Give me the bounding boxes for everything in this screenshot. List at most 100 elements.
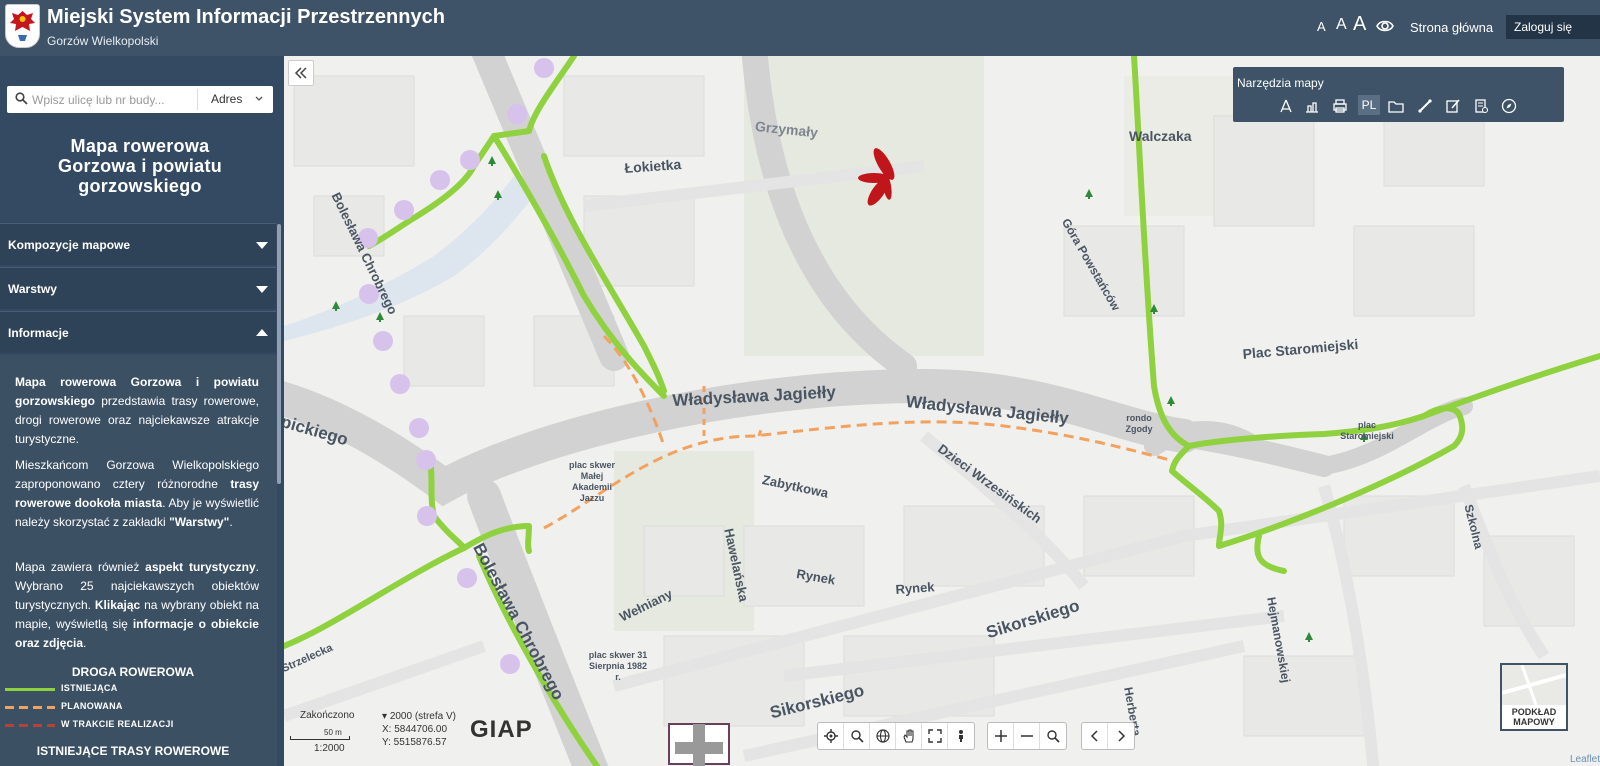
info-paragraph-2: Mieszkańcom Gorzowa Wielkopolskiego zapr… (15, 456, 259, 532)
sidebar: Adres Mapa rowerowa Gorzowa i powiatu go… (0, 56, 284, 766)
place-label: plac Staromiejski (1340, 420, 1394, 441)
accordion-label: Warstwy (8, 282, 57, 296)
legend-line-solid (5, 688, 55, 691)
font-size-medium-button[interactable]: A (1336, 16, 1347, 34)
street-label: Walczaka (1129, 128, 1192, 144)
caret-up-icon (256, 329, 268, 336)
info-panel: Mapa rowerowa Gorzowa i powiatu gorzowsk… (0, 355, 277, 766)
scale-widget: Zakończono 50 m 1:2000 (288, 710, 388, 766)
coords-readout: ▾ 2000 (strefa V) X: 5844706.00 Y: 55158… (382, 710, 456, 749)
info-text: Mieszkańcom Gorzowa Wielkopolskiego zapr… (15, 458, 259, 491)
double-chevron-left-icon (294, 67, 307, 79)
info-bold: "Warstwy" (169, 515, 230, 529)
legend-label: ISTNIEJĄCA (61, 683, 118, 693)
globe-icon[interactable] (870, 723, 896, 749)
language-toggle[interactable]: PL (1358, 95, 1380, 115)
caret-down-icon (256, 242, 268, 249)
measure-icon[interactable] (1276, 96, 1296, 116)
zoom-in-icon[interactable] (988, 723, 1014, 749)
search-icon[interactable] (1040, 723, 1066, 749)
collapse-sidebar-button[interactable] (288, 60, 314, 86)
app-title: Miejski System Informacji Przestrzennych (47, 6, 445, 28)
map-title: Mapa rowerowa Gorzowa i powiatu gorzowsk… (10, 136, 270, 196)
legend-row-planned: PLANOWANA (5, 700, 245, 714)
accordion-informacje[interactable]: Informacje (0, 311, 276, 353)
map-tools-panel: Narzędzia mapy PL (1233, 67, 1564, 122)
legend-label: PLANOWANA (61, 701, 123, 711)
font-size-large-button[interactable]: A (1353, 13, 1366, 36)
legend-row-in-progress: W TRAKCIE REALIZACJI (5, 718, 245, 732)
info-text: . (229, 515, 233, 529)
zoom-out-icon[interactable] (1014, 723, 1040, 749)
sidebar-scrollbar[interactable] (277, 224, 281, 484)
document-icon[interactable] (1471, 96, 1491, 116)
coords-x: X: 5844706.00 (382, 724, 448, 735)
compass-icon[interactable] (1499, 96, 1519, 116)
app-subtitle: Gorzów Wielkopolski (47, 34, 159, 48)
info-text: . (83, 636, 87, 650)
caret-down-icon (256, 286, 268, 293)
eye-icon[interactable] (1376, 17, 1394, 35)
locate-icon[interactable] (818, 723, 844, 749)
map-canvas[interactable]: Władysława Jagiełły Władysława Jagiełły … (284, 56, 1600, 766)
info-paragraph-3: Mapa zawiera również aspekt turystyczny.… (15, 558, 259, 653)
scale-status: Zakończono (300, 710, 355, 721)
basemap-label: PODKŁAD MAPOWY (1502, 707, 1566, 727)
scale-bar (290, 736, 350, 740)
accordion-warstwy[interactable]: Warstwy (0, 267, 276, 309)
search-divider (197, 89, 198, 110)
legend-title: DROGA ROWEROWA (71, 665, 195, 679)
draw-line-icon[interactable] (1415, 96, 1435, 116)
print-icon[interactable] (1330, 96, 1350, 116)
chevron-right-icon[interactable] (1108, 723, 1134, 749)
city-crest-logo[interactable] (5, 4, 40, 48)
place-label: plac skwer 31 Sierpnia 1982 r. (588, 650, 648, 682)
chevron-down-icon[interactable] (254, 94, 264, 104)
street-label: Rynek (895, 579, 935, 597)
coords-system-select[interactable]: ▾ 2000 (strefa V) (382, 710, 456, 723)
basemap-label-line: PODKŁAD (1511, 707, 1557, 717)
accordion-label: Informacje (8, 326, 69, 340)
accordion-kompozycje[interactable]: Kompozycje mapowe (0, 223, 276, 265)
pan-hand-icon[interactable] (896, 723, 922, 749)
search-icon (15, 92, 28, 105)
zoom-area-icon[interactable] (844, 723, 870, 749)
search-input[interactable] (32, 90, 192, 109)
buildings-icon[interactable] (1302, 96, 1322, 116)
login-button[interactable]: Zaloguj się (1506, 15, 1600, 39)
info-text: Mapa zawiera również (15, 560, 146, 574)
edit-icon[interactable] (1443, 96, 1463, 116)
map-title-line: Gorzowa i powiatu (57, 156, 223, 176)
basemap-label-line: MAPOWY (1513, 717, 1555, 727)
map-title-line: Mapa rowerowa (70, 136, 210, 156)
legend-title: ISTNIEJĄCE TRASY ROWEROWE (36, 744, 230, 758)
search-box: Adres (7, 86, 273, 113)
history-controls (1081, 722, 1135, 750)
info-bold: Klikając (94, 598, 141, 612)
legend-line-dashed (5, 706, 55, 709)
coords-y: Y: 5515876.57 (382, 737, 447, 748)
home-link[interactable]: Strona główna (1410, 20, 1493, 35)
place-label: rondo Zgody (1125, 413, 1153, 434)
header-bar: Miejski System Informacji Przestrzennych… (0, 0, 1600, 56)
scale-ratio: 1:2000 (314, 743, 345, 754)
basemap-thumbnail (1501, 664, 1567, 706)
person-icon[interactable] (948, 723, 974, 749)
legend-label: W TRAKCIE REALIZACJI (61, 719, 174, 729)
legend-row-existing: ISTNIEJĄCA (5, 682, 245, 696)
folder-icon[interactable] (1386, 96, 1406, 116)
info-bold: aspekt turystyczny (145, 560, 256, 574)
map-tools-title: Narzędzia mapy (1237, 76, 1324, 90)
font-size-small-button[interactable]: A (1317, 19, 1326, 34)
basemap-switcher[interactable]: PODKŁAD MAPOWY (1500, 663, 1568, 731)
place-label: plac skwer Małej Akademii Jazzu (568, 460, 616, 503)
search-type-select[interactable]: Adres (211, 92, 242, 106)
attribution-link[interactable]: Leaflet (1570, 754, 1600, 765)
giap-logo: GIAP (470, 716, 533, 743)
fullscreen-icon[interactable] (922, 723, 948, 749)
info-paragraph-1: Mapa rowerowa Gorzowa i powiatu gorzowsk… (15, 373, 259, 449)
chevron-left-icon[interactable] (1082, 723, 1108, 749)
zoom-controls (987, 722, 1067, 750)
coords-system: 2000 (strefa V) (389, 711, 456, 722)
map-nav-controls (817, 722, 975, 750)
